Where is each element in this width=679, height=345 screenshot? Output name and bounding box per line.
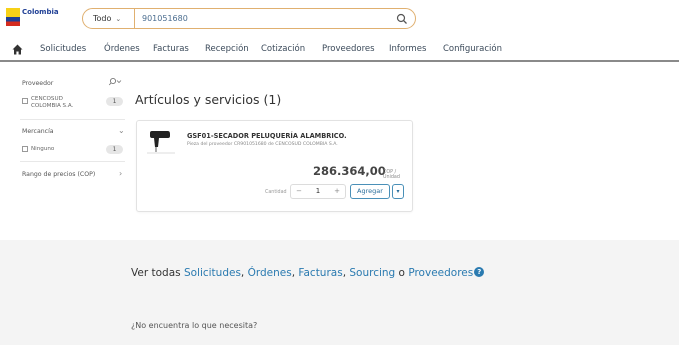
link-proveedores[interactable]: Proveedores <box>408 267 473 279</box>
filter-supplier-label: Proveedor <box>22 80 54 87</box>
chevron-down-icon[interactable]: ⌄ <box>118 126 125 135</box>
nav-item-informes[interactable]: Informes <box>389 44 426 54</box>
chevron-down-icon: ⌄ <box>115 15 122 23</box>
link-solicitudes[interactable]: Solicitudes <box>184 267 241 279</box>
nav-item-solicitudes[interactable]: Solicitudes <box>40 44 86 54</box>
hair-dryer-image[interactable] <box>146 130 176 156</box>
merchandise-count-badge: 1 <box>106 145 123 154</box>
nav-item-cotizacion[interactable]: Cotización <box>261 44 305 54</box>
nav-item-ordenes[interactable]: Órdenes <box>104 44 140 54</box>
quantity-decrease-button[interactable]: − <box>291 185 307 198</box>
separator: , <box>240 267 248 279</box>
link-sourcing[interactable]: Sourcing <box>349 267 395 279</box>
home-icon[interactable] <box>12 44 23 55</box>
supplier-checkbox[interactable] <box>22 98 28 104</box>
product-card: GSF01-SECADOR PELUQUERÍA ALAMBRICO. Piez… <box>136 120 413 212</box>
link-facturas[interactable]: Facturas <box>298 267 342 279</box>
nav-item-facturas[interactable]: Facturas <box>153 44 189 54</box>
search-input[interactable]: 901051680 <box>142 9 188 28</box>
logo-text: Colombia <box>22 8 59 16</box>
supplier-count-badge: 1 <box>106 97 123 106</box>
search-scope-dropdown[interactable]: Todo ⌄ <box>83 9 135 28</box>
filter-merchandise-label: Mercancía <box>22 128 54 135</box>
not-found-text[interactable]: ¿No encuentra lo que necesita? <box>131 321 257 330</box>
quantity-input[interactable]: 1 <box>309 185 327 198</box>
filter-price-range-label[interactable]: Rango de precios (COP) <box>22 171 95 178</box>
company-logo[interactable]: Colombia <box>6 6 64 36</box>
filter-search-icon[interactable] <box>108 77 122 86</box>
see-all-prefix: Ver todas <box>131 267 184 279</box>
add-options-dropdown[interactable]: ▾ <box>392 184 404 199</box>
info-icon[interactable]: ? <box>474 267 485 277</box>
search-icon[interactable] <box>396 13 408 25</box>
quantity-stepper: − 1 + <box>290 184 346 199</box>
see-all-line: Ver todas Solicitudes, Órdenes, Facturas… <box>131 267 485 279</box>
chevron-right-icon[interactable]: › <box>119 169 122 178</box>
price-unit: COP / Unidad <box>383 170 400 180</box>
quantity-increase-button[interactable]: + <box>329 185 345 198</box>
supplier-option-label: CENCOSUD COLOMBIA S.A. <box>31 96 74 109</box>
nav-item-proveedores[interactable]: Proveedores <box>322 44 375 54</box>
search-bar: Todo ⌄ 901051680 <box>82 8 416 29</box>
nav-item-configuracion[interactable]: Configuración <box>443 44 502 54</box>
merchandise-option-label: Ninguno <box>31 146 55 152</box>
bottom-panel <box>0 240 679 345</box>
nav-item-recepcion[interactable]: Recepción <box>205 44 249 54</box>
filter-divider <box>20 119 125 120</box>
add-to-cart-button[interactable]: Agregar <box>350 184 390 199</box>
main-nav: Solicitudes Órdenes Facturas Recepción C… <box>0 38 679 62</box>
product-title-link[interactable]: GSF01-SECADOR PELUQUERÍA ALAMBRICO. <box>187 132 347 140</box>
search-scope-label: Todo <box>93 14 112 23</box>
quantity-label: Cantidad <box>265 190 287 195</box>
merchandise-checkbox[interactable] <box>22 146 28 152</box>
flag-icon <box>6 8 20 26</box>
product-price: 286.364,00 <box>313 164 386 178</box>
product-supplier-line: Pieza del proveedor CR901051680 de CENCO… <box>187 142 338 147</box>
link-ordenes[interactable]: Órdenes <box>248 267 292 279</box>
separator: o <box>395 267 409 279</box>
filter-divider <box>20 161 125 162</box>
results-title: Artículos y servicios (1) <box>135 92 282 107</box>
